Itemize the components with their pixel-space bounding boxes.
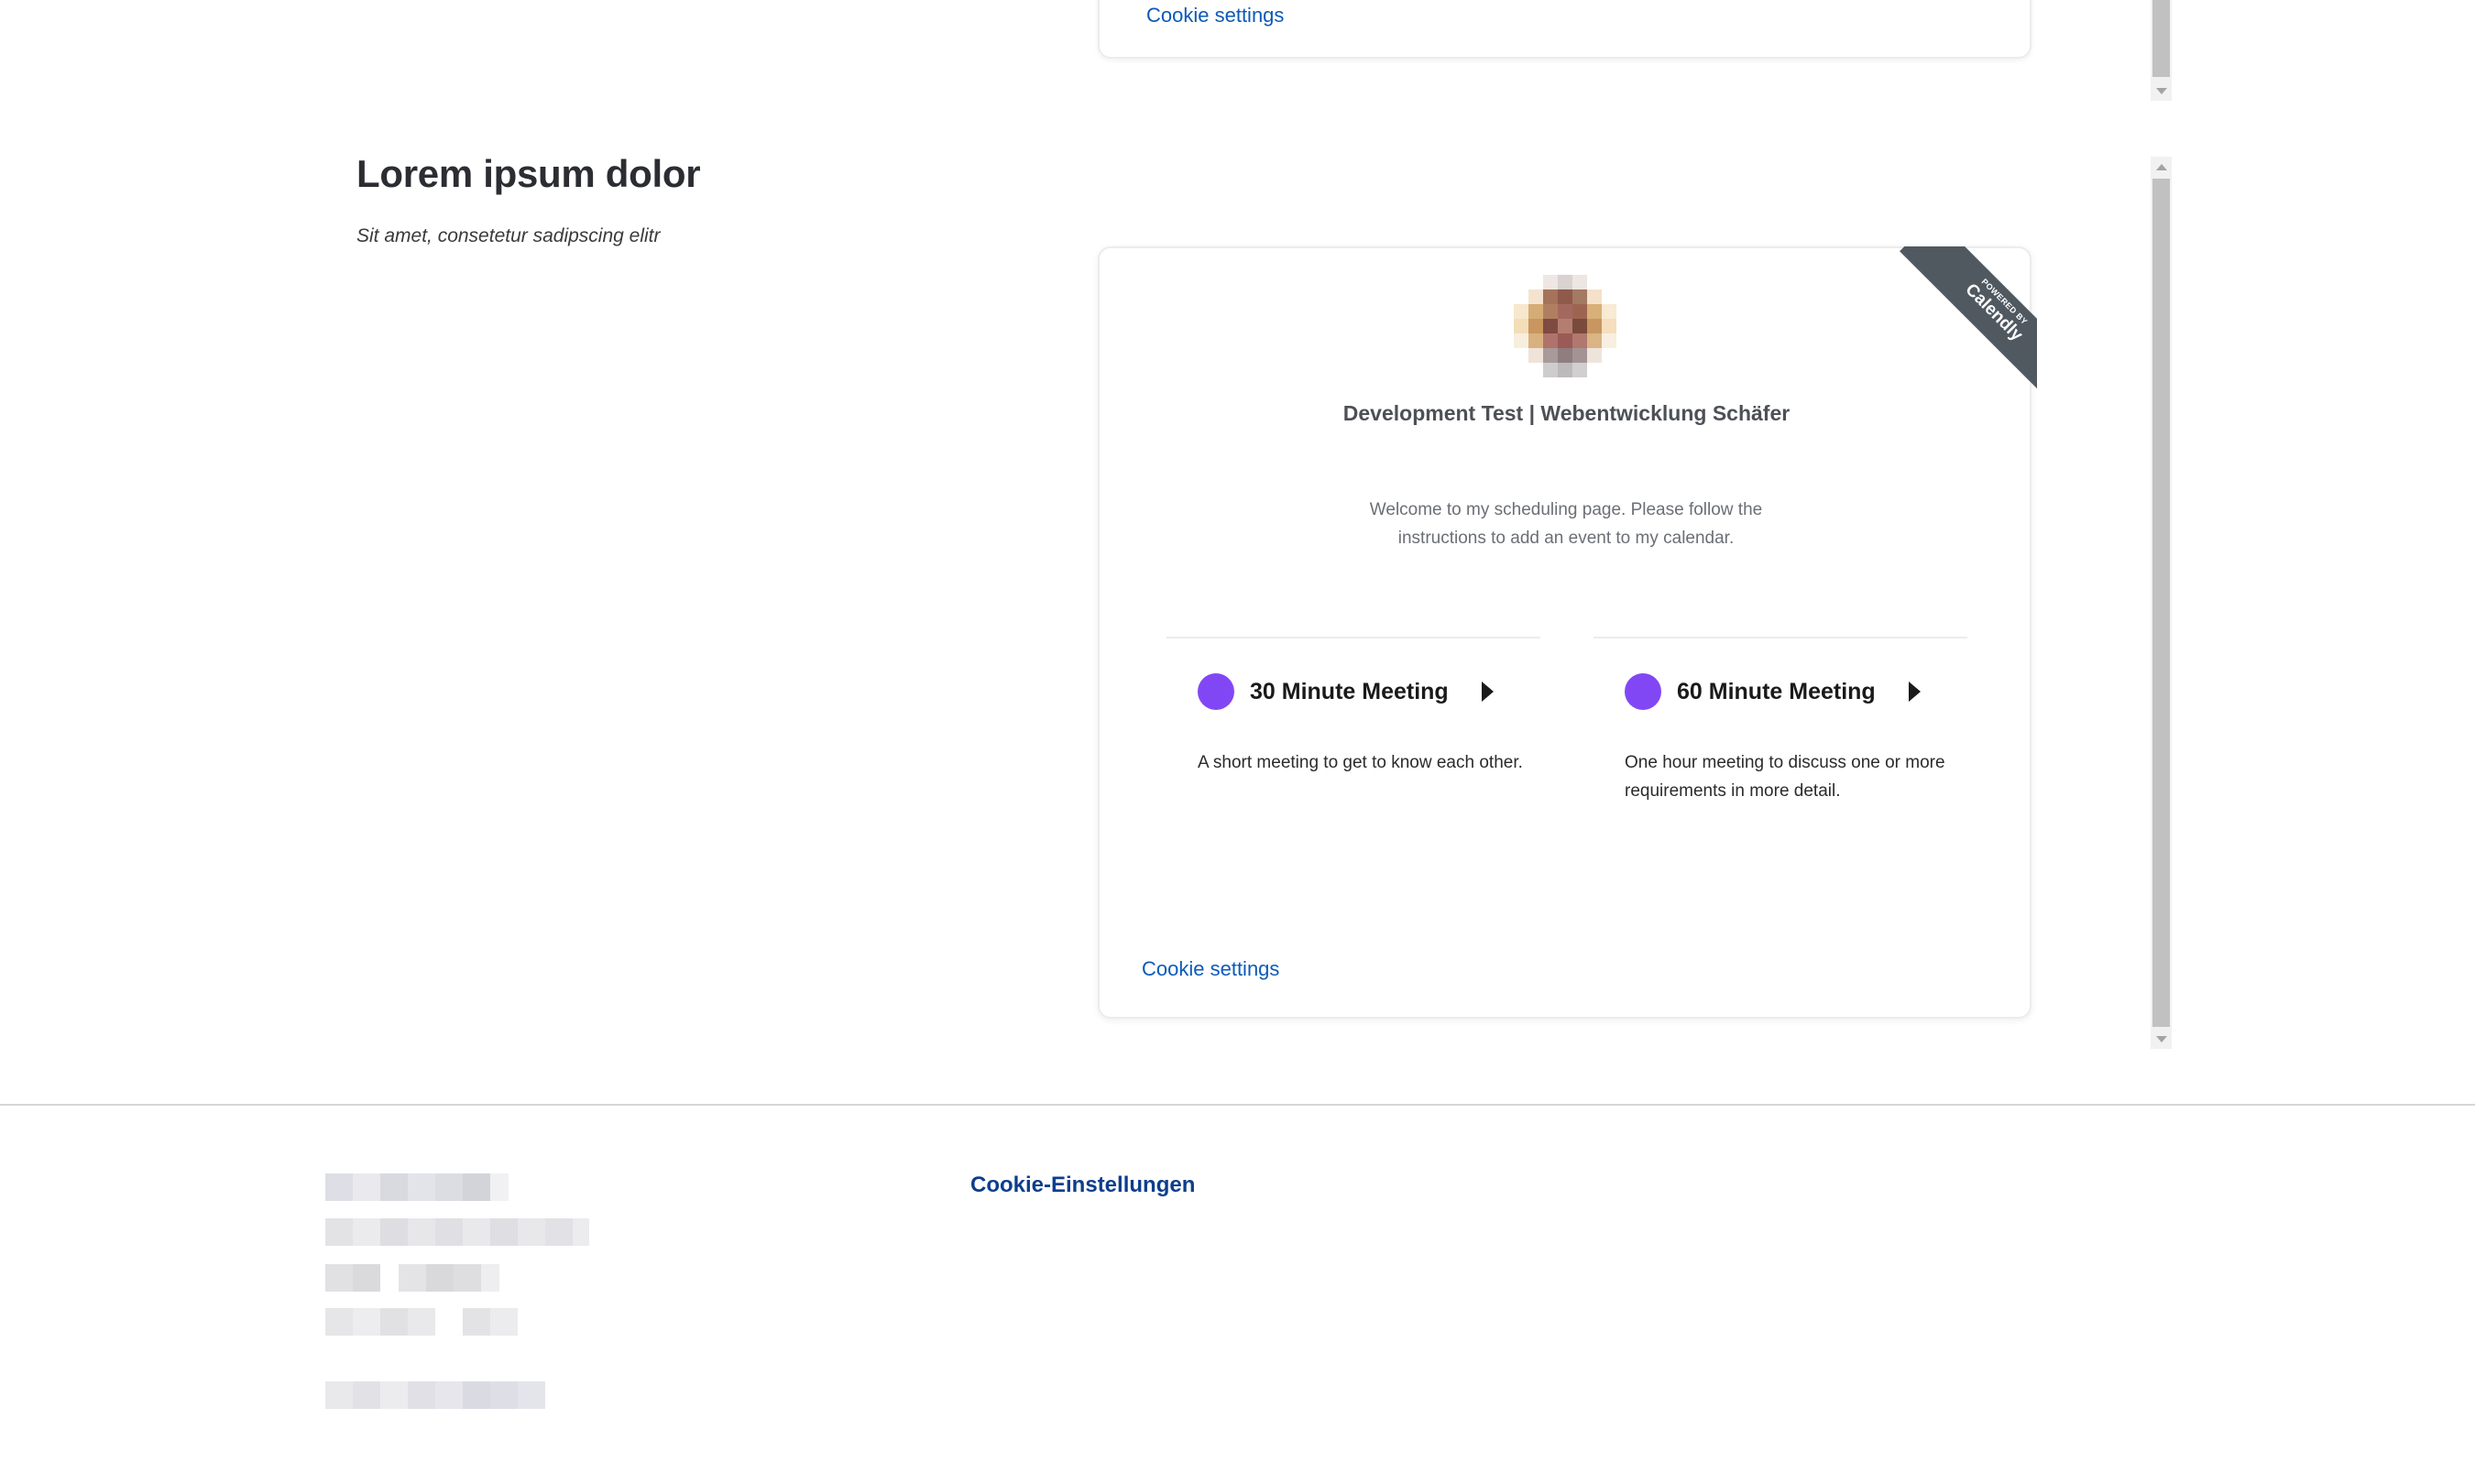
- event-divider: [1593, 637, 1967, 638]
- previous-embed-card: Cookie settings: [1098, 0, 2031, 59]
- scroll-down-arrow-icon[interactable]: [2151, 81, 2172, 101]
- event-title[interactable]: 30 Minute Meeting: [1250, 679, 1449, 705]
- embed-scrollbar[interactable]: [2151, 157, 2172, 1049]
- footer-divider: [0, 1104, 2475, 1106]
- footer-address-blurred-line: [325, 1264, 499, 1292]
- avatar: [1514, 275, 1616, 377]
- event-type-30-minute[interactable]: 30 Minute Meeting A short meeting to get…: [1166, 637, 1540, 820]
- section-subtitle: Sit amet, consetetur sadipscing elitr: [356, 225, 661, 246]
- footer-email-blurred-line: [325, 1381, 545, 1409]
- event-divider: [1166, 637, 1540, 638]
- play-arrow-icon[interactable]: [1481, 682, 1494, 702]
- embed-scrollbar-top[interactable]: [2151, 0, 2172, 101]
- scroll-up-arrow-icon[interactable]: [2151, 157, 2172, 177]
- scheduler-embed-card: POWERED BY Calendly Development Test | W…: [1098, 246, 2037, 1019]
- footer-address-blurred-line: [325, 1308, 518, 1336]
- section-title: Lorem ipsum dolor: [356, 152, 701, 195]
- event-header[interactable]: 30 Minute Meeting: [1198, 671, 1540, 712]
- event-color-dot-icon: [1198, 673, 1234, 710]
- welcome-message: Welcome to my scheduling page. Please fo…: [1369, 500, 1763, 548]
- cookie-settings-link-top[interactable]: Cookie settings: [1146, 4, 1284, 27]
- cookie-settings-link[interactable]: Cookie settings: [1142, 957, 1279, 981]
- event-header[interactable]: 60 Minute Meeting: [1625, 671, 1967, 712]
- footer-cookie-settings-link[interactable]: Cookie-Einstellungen: [970, 1173, 1195, 1198]
- powered-by-ribbon[interactable]: POWERED BY Calendly: [1890, 246, 2037, 393]
- event-type-60-minute[interactable]: 60 Minute Meeting One hour meeting to di…: [1593, 637, 1967, 820]
- footer-address-blurred-line: [325, 1218, 589, 1246]
- event-title[interactable]: 60 Minute Meeting: [1677, 679, 1876, 705]
- event-description: One hour meeting to discuss one or more …: [1625, 753, 1945, 801]
- scroll-down-arrow-icon[interactable]: [2151, 1029, 2172, 1049]
- event-description: A short meeting to get to know each othe…: [1198, 753, 1523, 772]
- scrollbar-thumb[interactable]: [2152, 179, 2170, 1027]
- footer-address-blurred-line: [325, 1173, 509, 1201]
- organizer-name: Development Test | Webentwicklung Schäfe…: [1342, 401, 1791, 425]
- scrollbar-thumb[interactable]: [2152, 0, 2170, 77]
- event-color-dot-icon: [1625, 673, 1661, 710]
- play-arrow-icon[interactable]: [1908, 682, 1921, 702]
